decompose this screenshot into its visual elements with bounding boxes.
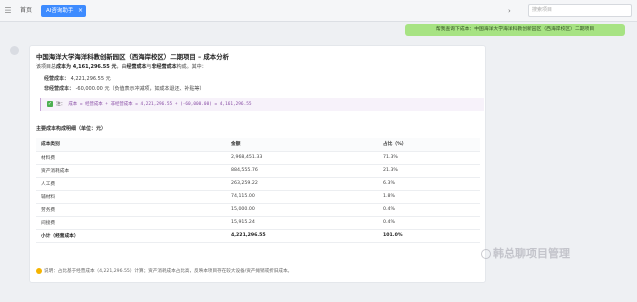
bot-avatar [10,46,19,55]
tab-ai-assistant-label: AI咨询助手 [46,8,74,14]
cell-category: 材料费 [36,151,226,165]
cell-amount: 2,968,451.33 [226,151,378,165]
table-row: 材料费 2,968,451.33 71.3% [36,151,480,165]
cell-percent: 1.8% [378,190,480,204]
explanation-note: 说明：占比基于经营成本（4,221,296.55）计算；资产消耗成本占比高，反映… [36,266,480,277]
cell-amount: 15,000.00 [226,203,378,217]
chevron-right-icon[interactable]: › [508,6,516,16]
header-category: 成本类别 [36,138,226,152]
cell-amount: 15,915.24 [226,216,378,230]
cell-total-percent: 101.0% [378,229,480,243]
table-row: 辅材料 74,115.00 1.8% [36,190,480,204]
watermark-logo-icon [481,249,491,259]
cell-category: 人工费 [36,177,226,191]
cell-amount: 74,115.00 [226,190,378,204]
watermark: 韩总聊项目管理 [481,245,570,261]
menu-icon[interactable]: ☰ [3,5,13,16]
nonops-cost-line: 非经营成本： -60,000.00 元（负值表示冲减项，如成本退还、补贴等） [44,86,205,92]
assistant-response-card: 中国海洋大学海洋科教创新园区（西海岸校区）二期项目 – 成本分析 该项目总成本为… [29,45,486,283]
cell-total-amount: 4,221,296.55 [226,229,378,243]
cell-category: 资产消耗成本 [36,164,226,178]
report-summary: 该项目总成本为 4,161,296.55 元，由经营成本与非经营成本构成。其中： [36,64,207,70]
cell-percent: 71.3% [378,151,480,165]
tab-ai-assistant[interactable]: AI咨询助手 × [41,5,86,17]
table-row: 资产消耗成本 884,555.76 21.3% [36,164,480,178]
header-percent: 占比（%） [378,138,480,152]
cell-amount: 884,555.76 [226,164,378,178]
cell-amount: 263,259.22 [226,177,378,191]
formula-note: ✓ 注： 成本 = 经营成本 + 非经营成本 = 4,221,296.55 + (-… [40,98,484,111]
table-title: 主要成本构成明细（单位：元） [36,126,107,132]
report-title: 中国海洋大学海洋科教创新园区（西海岸校区）二期项目 – 成本分析 [36,53,229,61]
cell-percent: 0.4% [378,203,480,217]
check-icon: ✓ [47,100,53,107]
cell-percent: 21.3% [378,164,480,178]
table-total-row: 小计（经营成本） 4,221,296.55 101.0% [36,229,480,243]
top-bar: ☰ 首页 AI咨询助手 × › 搜索项目 [0,0,637,22]
table-row: 间接费 15,915.24 0.4% [36,216,480,230]
table-header-row: 成本类别 金额 占比（%） [36,138,480,152]
ops-cost-line: 经营成本： 4,221,296.55 元 [44,76,111,82]
cell-category: 劳务费 [36,203,226,217]
close-icon[interactable]: × [78,5,83,17]
cost-table: 成本类别 金额 占比（%） 材料费 2,968,451.33 71.3% 资产消… [36,138,480,243]
cell-category: 辅材料 [36,190,226,204]
cell-percent: 0.4% [378,216,480,230]
tab-home[interactable]: 首页 [15,5,37,17]
search-input[interactable]: 搜索项目 [528,4,632,17]
header-amount: 金额 [226,138,378,152]
cell-total-label: 小计（经营成本） [36,229,226,243]
lightbulb-icon [36,267,42,274]
cell-category: 间接费 [36,216,226,230]
user-message-bubble: 帮我查询下成本：中国海洋大学海洋科教创新园区（西海岸校区）二期项目 [405,24,625,36]
table-row: 人工费 263,259.22 6.3% [36,177,480,191]
cell-percent: 6.3% [378,177,480,191]
table-row: 劳务费 15,000.00 0.4% [36,203,480,217]
